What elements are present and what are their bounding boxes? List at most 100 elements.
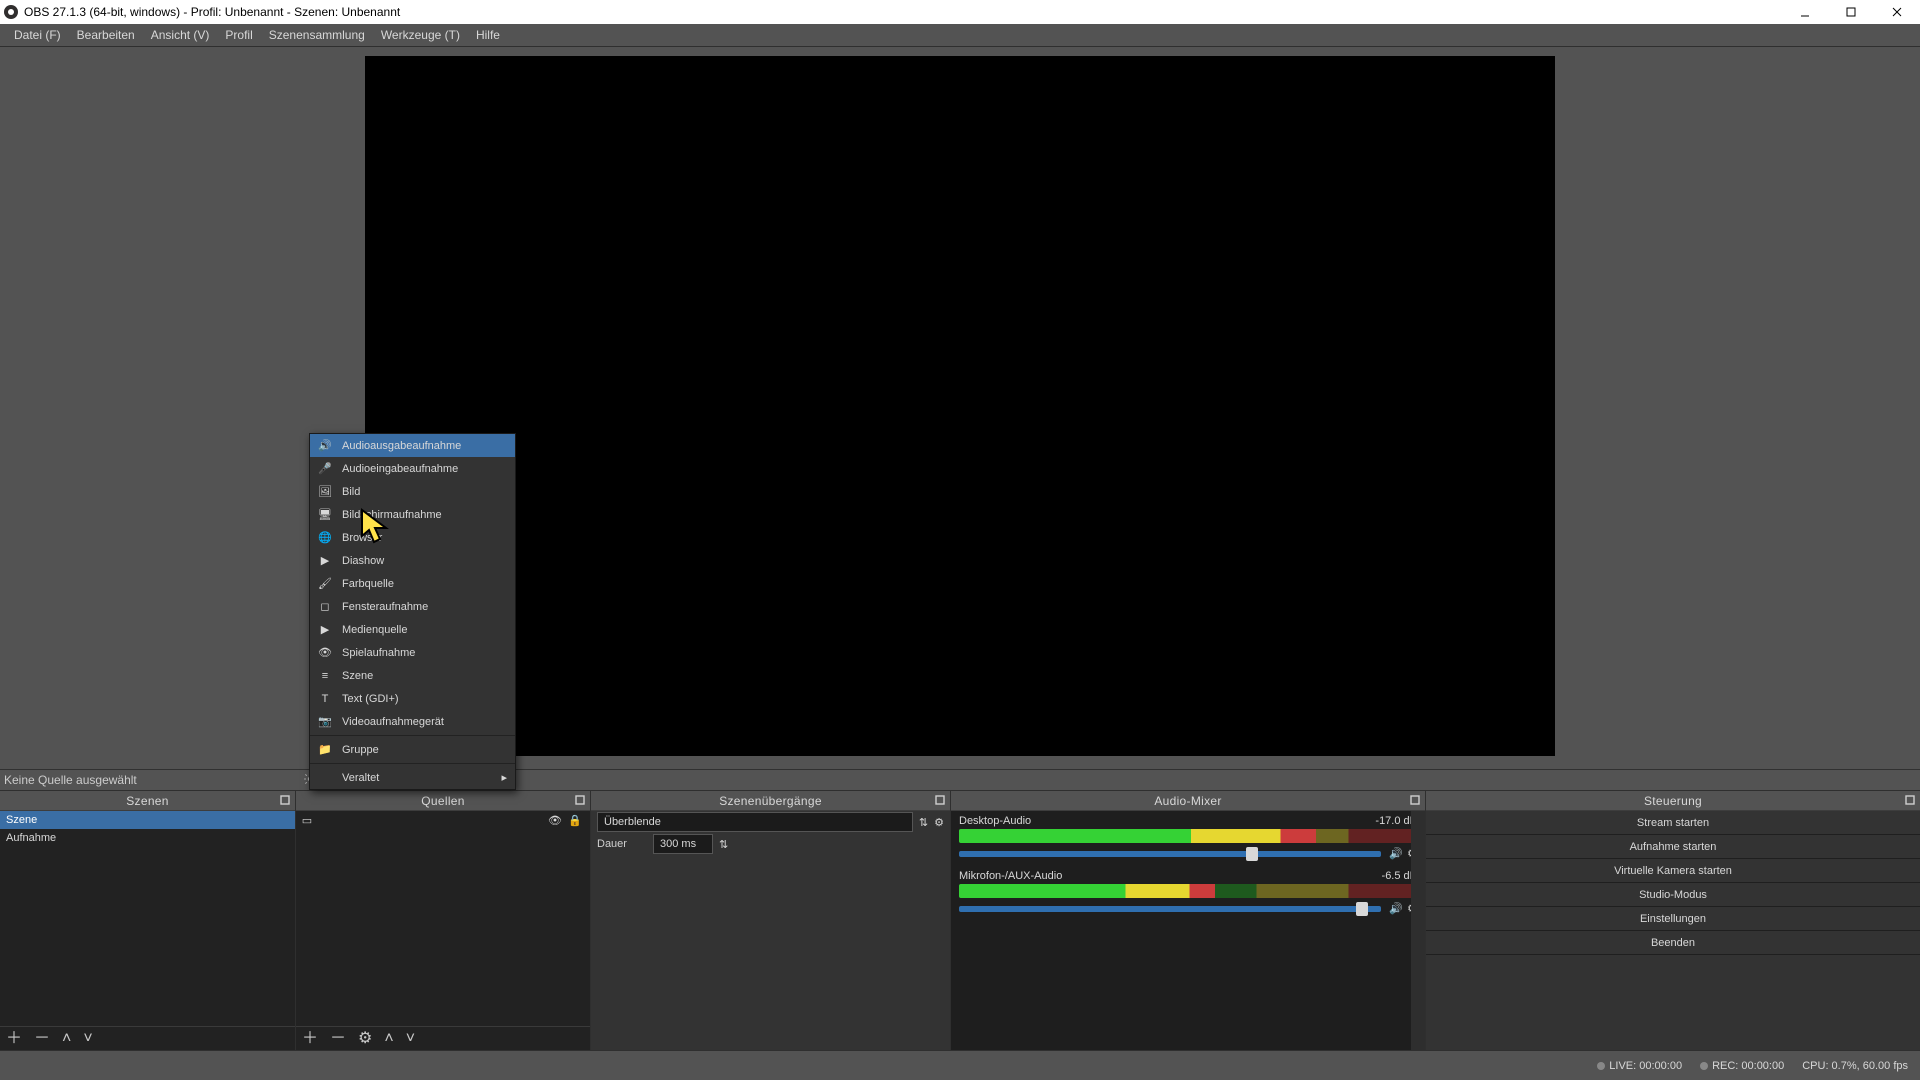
menu-item-text[interactable]: TText (GDI+) (310, 687, 515, 710)
menu-item-spielaufnahme[interactable]: 👁Spielaufnahme (310, 641, 515, 664)
close-button[interactable] (1874, 0, 1920, 24)
source-settings-button[interactable]: ⚙ (358, 1031, 372, 1047)
menu-bearbeiten[interactable]: Bearbeiten (69, 24, 143, 46)
volume-slider[interactable] (959, 906, 1381, 912)
window-icon: ◻ (318, 600, 332, 614)
eye-icon: 👁 (318, 646, 332, 660)
stream-status: LIVE: 00:00:00 (1597, 1060, 1682, 1072)
popout-icon[interactable] (1904, 794, 1916, 806)
menu-item-audioeingabe[interactable]: 🎤Audioeingabeaufnahme (310, 457, 515, 480)
menu-datei[interactable]: Datei (F) (6, 24, 69, 46)
scene-up-button[interactable]: ˄ (62, 1031, 71, 1047)
menu-item-audioausgabe[interactable]: 🔊Audioausgabeaufnahme (310, 434, 515, 457)
menu-item-videogeraet[interactable]: 📷Videoaufnahmegerät (310, 710, 515, 733)
window-title: OBS 27.1.3 (64-bit, windows) - Profil: U… (24, 5, 400, 19)
menu-item-gruppe[interactable]: 📁Gruppe (310, 738, 515, 761)
source-down-button[interactable]: ˅ (406, 1031, 415, 1047)
menu-item-browser[interactable]: 🌐Browser (310, 526, 515, 549)
brush-icon: 🖌 (318, 577, 332, 591)
menu-item-diashow[interactable]: ▶Diashow (310, 549, 515, 572)
gear-icon[interactable]: ⚙ (934, 816, 944, 829)
dock-controls-title: Steuerung (1644, 794, 1702, 808)
start-record-button[interactable]: Aufnahme starten (1426, 835, 1920, 859)
menu-profil[interactable]: Profil (217, 24, 260, 46)
menu-szenensammlung[interactable]: Szenensammlung (261, 24, 373, 46)
mute-icon[interactable]: 🔊 (1389, 847, 1403, 860)
status-bar: LIVE: 00:00:00 REC: 00:00:00 CPU: 0.7%, … (0, 1050, 1920, 1080)
start-stream-button[interactable]: Stream starten (1426, 811, 1920, 835)
menu-item-farbquelle[interactable]: 🖌Farbquelle (310, 572, 515, 595)
volume-slider[interactable] (959, 851, 1381, 857)
scene-down-button[interactable]: ˅ (83, 1031, 92, 1047)
mixer-channel: Desktop-Audio-17.0 dB 🔊 ⚙ (953, 815, 1423, 860)
start-vcam-button[interactable]: Virtuelle Kamera starten (1426, 859, 1920, 883)
duration-input[interactable]: 300 ms (653, 834, 713, 854)
source-add-button[interactable]: ＋ (302, 1031, 318, 1047)
channel-name: Desktop-Audio (959, 815, 1031, 827)
lock-icon[interactable]: 🔒 (568, 814, 582, 827)
chevron-right-icon: ▸ (501, 771, 507, 784)
menu-werkzeuge[interactable]: Werkzeuge (T) (373, 24, 468, 46)
studio-mode-button[interactable]: Studio-Modus (1426, 883, 1920, 907)
menu-hilfe[interactable]: Hilfe (468, 24, 508, 46)
no-source-label: Keine Quelle ausgewählt (4, 773, 137, 787)
folder-icon: 📁 (318, 743, 332, 757)
transition-select[interactable]: Überblende (597, 812, 913, 832)
preview-canvas[interactable] (365, 56, 1555, 756)
menu-item-veraltet[interactable]: Veraltet▸ (310, 766, 515, 789)
add-source-menu: 🔊Audioausgabeaufnahme 🎤Audioeingabeaufna… (309, 433, 516, 790)
menu-ansicht[interactable]: Ansicht (V) (143, 24, 218, 46)
dock-mixer: Audio-Mixer Desktop-Audio-17.0 dB 🔊 ⚙ Mi… (950, 790, 1425, 1050)
settings-button[interactable]: Einstellungen (1426, 907, 1920, 931)
scenes-list[interactable]: Szene Aufnahme (0, 811, 295, 1026)
exit-button[interactable]: Beenden (1426, 931, 1920, 955)
globe-icon: 🌐 (318, 531, 332, 545)
scene-item[interactable]: Aufnahme (0, 829, 295, 847)
menu-item-medienquelle[interactable]: ▶Medienquelle (310, 618, 515, 641)
dock-sources-title: Quellen (421, 794, 464, 808)
audio-meter (959, 884, 1417, 898)
monitor-icon: 🖥 (318, 508, 332, 522)
scene-remove-button[interactable]: － (34, 1031, 50, 1047)
mic-icon: 🎤 (318, 462, 332, 476)
popout-icon[interactable] (1409, 794, 1421, 806)
sources-list[interactable]: ▭ 👁 🔒 (296, 811, 590, 1026)
play-icon: ▶ (318, 554, 332, 568)
visibility-icon[interactable]: 👁 (548, 814, 562, 827)
speaker-icon: 🔊 (318, 439, 332, 453)
menu-item-szene[interactable]: ≡Szene (310, 664, 515, 687)
popout-icon[interactable] (279, 794, 291, 806)
scene-add-button[interactable]: ＋ (6, 1031, 22, 1047)
scrollbar[interactable] (1411, 811, 1425, 1050)
record-status: REC: 00:00:00 (1700, 1060, 1784, 1072)
menu-bar: Datei (F) Bearbeiten Ansicht (V) Profil … (0, 24, 1920, 47)
mute-icon[interactable]: 🔊 (1389, 902, 1403, 915)
minimize-button[interactable] (1782, 0, 1828, 24)
image-icon: 🖼 (318, 485, 332, 499)
preview-area (0, 48, 1920, 790)
text-icon: T (318, 692, 332, 706)
chevron-updown-icon[interactable]: ⇅ (719, 838, 728, 851)
menu-item-bild[interactable]: 🖼Bild (310, 480, 515, 503)
scene-item[interactable]: Szene (0, 811, 295, 829)
chevron-updown-icon[interactable]: ⇅ (919, 816, 928, 829)
window-icon: ▭ (300, 813, 314, 827)
source-remove-button[interactable]: － (330, 1031, 346, 1047)
source-toolbar: Keine Quelle ausgewählt Eigenschaften (0, 769, 1920, 790)
menu-item-bildschirm[interactable]: 🖥Bildschirmaufnahme (310, 503, 515, 526)
channel-name: Mikrofon-/AUX-Audio (959, 870, 1062, 882)
window-titlebar: OBS 27.1.3 (64-bit, windows) - Profil: U… (0, 0, 1920, 24)
dock-controls: Steuerung Stream starten Aufnahme starte… (1425, 790, 1920, 1050)
cpu-fps-status: CPU: 0.7%, 60.00 fps (1802, 1060, 1908, 1072)
source-up-button[interactable]: ˄ (384, 1031, 393, 1047)
popout-icon[interactable] (574, 794, 586, 806)
media-icon: ▶ (318, 623, 332, 637)
dock-sources: Quellen ▭ 👁 🔒 ＋ － ⚙ ˄ ˅ (295, 790, 590, 1050)
source-row[interactable]: ▭ 👁 🔒 (296, 811, 590, 829)
dock-transitions-title: Szenenübergänge (719, 794, 822, 808)
camera-icon: 📷 (318, 715, 332, 729)
popout-icon[interactable] (934, 794, 946, 806)
menu-item-fenster[interactable]: ◻Fensteraufnahme (310, 595, 515, 618)
list-icon: ≡ (318, 669, 332, 683)
maximize-button[interactable] (1828, 0, 1874, 24)
